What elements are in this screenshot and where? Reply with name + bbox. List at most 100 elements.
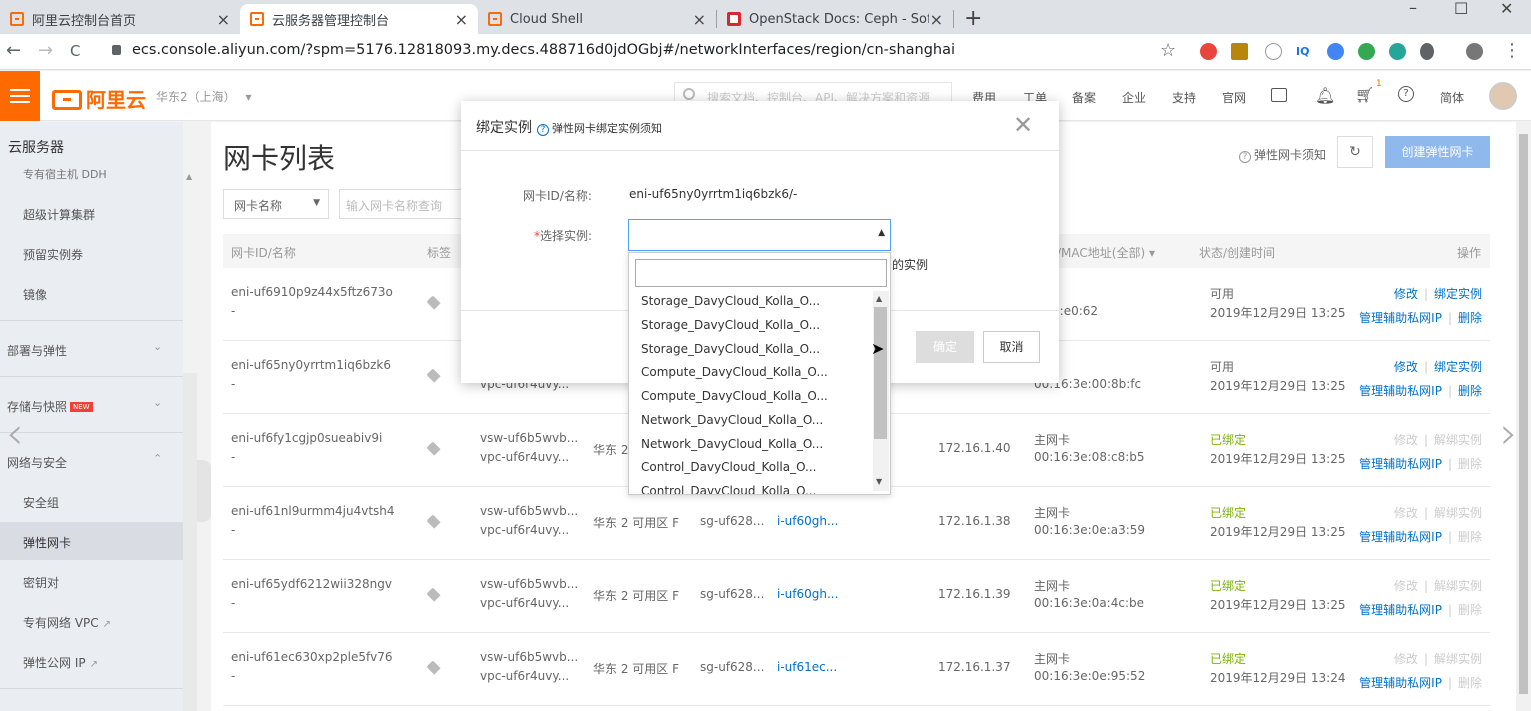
bind-toggle-link[interactable]: 绑定实例 [1434, 287, 1482, 301]
dropdown-option[interactable]: Compute_DavyCloud_Kolla_O... [641, 389, 828, 403]
terminal-icon[interactable] [1271, 88, 1287, 102]
filter-field-select[interactable]: 网卡名称 ▼ [223, 189, 329, 219]
extension-opera-icon[interactable] [1200, 43, 1217, 60]
cell-inst[interactable]: i-uf60gh... [777, 514, 838, 528]
dropdown-option[interactable]: Storage_DavyCloud_Kolla_O... [641, 294, 820, 308]
forward-button[interactable]: → [38, 40, 53, 61]
close-icon[interactable]: ✕ [1013, 111, 1033, 139]
scroll-up-icon[interactable]: ▲ [186, 172, 192, 181]
tag-icon[interactable] [426, 514, 441, 529]
extension-moon-icon[interactable] [1420, 43, 1434, 60]
extension-iq-icon[interactable]: IQ [1296, 43, 1313, 60]
new-tab-button[interactable]: + [964, 6, 982, 31]
delete-link[interactable]: 删除 [1458, 603, 1482, 617]
sidebar-group-deploy[interactable]: 部署与弹性 [7, 342, 67, 359]
edit-link[interactable]: 修改 [1394, 579, 1418, 593]
dropdown-option[interactable]: Network_DavyCloud_Kolla_O... [641, 413, 823, 427]
dropdown-scrollbar[interactable]: ▲ ▼ [873, 291, 889, 491]
topbar-link-support[interactable]: 支持 [1172, 89, 1196, 106]
tag-icon[interactable] [426, 441, 441, 456]
dialog-help-link[interactable]: ? 弹性网卡绑定实例须知 [537, 120, 662, 136]
profile-icon[interactable] [1466, 43, 1483, 60]
manage-secondary-ip-link[interactable]: 管理辅助私网IP [1359, 311, 1442, 325]
cancel-button[interactable]: 取消 [983, 331, 1040, 363]
scrollbar-thumb[interactable] [1519, 134, 1528, 694]
sidebar-item-security-group[interactable]: 安全组 [23, 494, 59, 511]
dropdown-option[interactable]: Storage_DavyCloud_Kolla_O... [641, 342, 820, 356]
tag-icon[interactable] [426, 587, 441, 602]
sidebar-item-keypair[interactable]: 密钥对 [23, 574, 59, 591]
tab-cloud-shell[interactable]: Cloud Shell × [478, 4, 716, 34]
bind-toggle-link[interactable]: 绑定实例 [1434, 360, 1482, 374]
refresh-button[interactable]: ↻ [1337, 136, 1373, 168]
tab-close-icon[interactable]: × [930, 10, 943, 29]
extension-cursor-icon[interactable] [1265, 43, 1282, 60]
chevron-up-icon[interactable]: ⌃ [153, 452, 162, 465]
tag-icon[interactable] [426, 295, 441, 310]
browser-menu-icon[interactable]: ⋮ [1503, 40, 1521, 61]
manage-secondary-ip-link[interactable]: 管理辅助私网IP [1359, 457, 1442, 471]
sidebar-item-vpc[interactable]: 专有网络 VPC ↗ [23, 614, 111, 631]
sidebar-item-reserved-instance[interactable]: 预留实例券 [23, 246, 83, 263]
tab-close-icon[interactable]: × [455, 10, 468, 29]
sidebar-collapse-handle[interactable] [197, 460, 211, 522]
eni-help-link[interactable]: ? 弹性网卡须知 [1239, 146, 1326, 163]
sidebar-item-super-computing[interactable]: 超级计算集群 [23, 206, 95, 223]
tab-openstack-docs[interactable]: OpenStack Docs: Ceph - Softw × [717, 4, 953, 34]
tab-close-icon[interactable]: × [217, 10, 230, 29]
tab-aliyun-home[interactable]: 阿里云控制台首页 × [0, 4, 240, 34]
manage-secondary-ip-link[interactable]: 管理辅助私网IP [1359, 384, 1442, 398]
tag-icon[interactable] [426, 660, 441, 675]
tab-close-icon[interactable]: × [693, 10, 706, 29]
maximize-button[interactable]: ☐ [1454, 0, 1468, 18]
dropdown-option[interactable]: Compute_DavyCloud_Kolla_O... [641, 365, 828, 379]
dropdown-option[interactable]: Control_DavyCloud_Kolla_O... [641, 460, 817, 474]
bind-toggle-link[interactable]: 解绑实例 [1434, 433, 1482, 447]
topbar-link-enterprise[interactable]: 企业 [1122, 89, 1146, 106]
cell-inst[interactable]: i-uf61ec... [777, 660, 837, 674]
chevron-down-icon[interactable]: ⌄ [153, 340, 162, 353]
extension-star-icon[interactable] [1231, 43, 1248, 60]
dropdown-option[interactable]: Control_DavyCloud_Kolla_O... [641, 484, 817, 494]
help-icon[interactable]: ? [1398, 86, 1414, 102]
confirm-button[interactable]: 确定 [916, 331, 974, 363]
delete-link[interactable]: 删除 [1458, 311, 1482, 325]
sidebar-item-images[interactable]: 镜像 [23, 286, 47, 303]
url-input[interactable]: ecs.console.aliyun.com/?spm=5176.1281809… [132, 42, 955, 58]
avatar[interactable] [1489, 82, 1517, 110]
tab-ecs-console[interactable]: 云服务器管理控制台 × [240, 4, 478, 34]
instance-select[interactable]: ▲ [628, 219, 891, 251]
chevron-down-icon[interactable]: ⌄ [153, 396, 162, 409]
edit-link[interactable]: 修改 [1394, 506, 1418, 520]
scrollbar-thumb[interactable] [874, 307, 887, 439]
extension-google-icon[interactable] [1327, 43, 1344, 60]
dropdown-option[interactable]: Network_DavyCloud_Kolla_O... [641, 437, 823, 451]
manage-secondary-ip-link[interactable]: 管理辅助私网IP [1359, 530, 1442, 544]
filter-search-input[interactable]: 输入网卡名称查询 [339, 189, 479, 219]
sidebar-item-eni[interactable]: 弹性网卡 [23, 534, 71, 551]
dropdown-option[interactable]: Storage_DavyCloud_Kolla_O... [641, 318, 820, 332]
cell-inst[interactable]: i-uf60gh... [777, 587, 838, 601]
language-selector[interactable]: 简体 [1440, 89, 1464, 106]
delete-link[interactable]: 删除 [1458, 676, 1482, 690]
create-eni-button[interactable]: 创建弹性网卡 [1385, 136, 1490, 168]
sidebar-item-ddh[interactable]: 专有宿主机 DDH [23, 166, 107, 182]
minimize-button[interactable]: – [1409, 0, 1417, 17]
close-window-button[interactable]: ✕ [1500, 0, 1513, 18]
bind-toggle-link[interactable]: 解绑实例 [1434, 579, 1482, 593]
chevron-left-icon[interactable]: ‹ [6, 408, 24, 459]
hamburger-menu-icon[interactable] [0, 71, 40, 121]
extension-teal-icon[interactable] [1389, 43, 1406, 60]
notification-bell-icon[interactable]: 🔔︎ [1315, 86, 1335, 105]
scroll-down-icon[interactable]: ▼ [876, 477, 882, 486]
edit-link[interactable]: 修改 [1394, 287, 1418, 301]
delete-link[interactable]: 删除 [1458, 457, 1482, 471]
edit-link[interactable]: 修改 [1394, 433, 1418, 447]
edit-link[interactable]: 修改 [1394, 652, 1418, 666]
manage-secondary-ip-link[interactable]: 管理辅助私网IP [1359, 603, 1442, 617]
bind-toggle-link[interactable]: 解绑实例 [1434, 652, 1482, 666]
aliyun-logo[interactable]: 阿里云 [52, 84, 146, 113]
sidebar-item-eip[interactable]: 弹性公网 IP ↗ [23, 654, 98, 671]
cart-icon[interactable]: 🛒︎ [1355, 86, 1374, 104]
header-type-mac[interactable]: 型/MAC地址(全部) ▾ [1045, 244, 1155, 261]
